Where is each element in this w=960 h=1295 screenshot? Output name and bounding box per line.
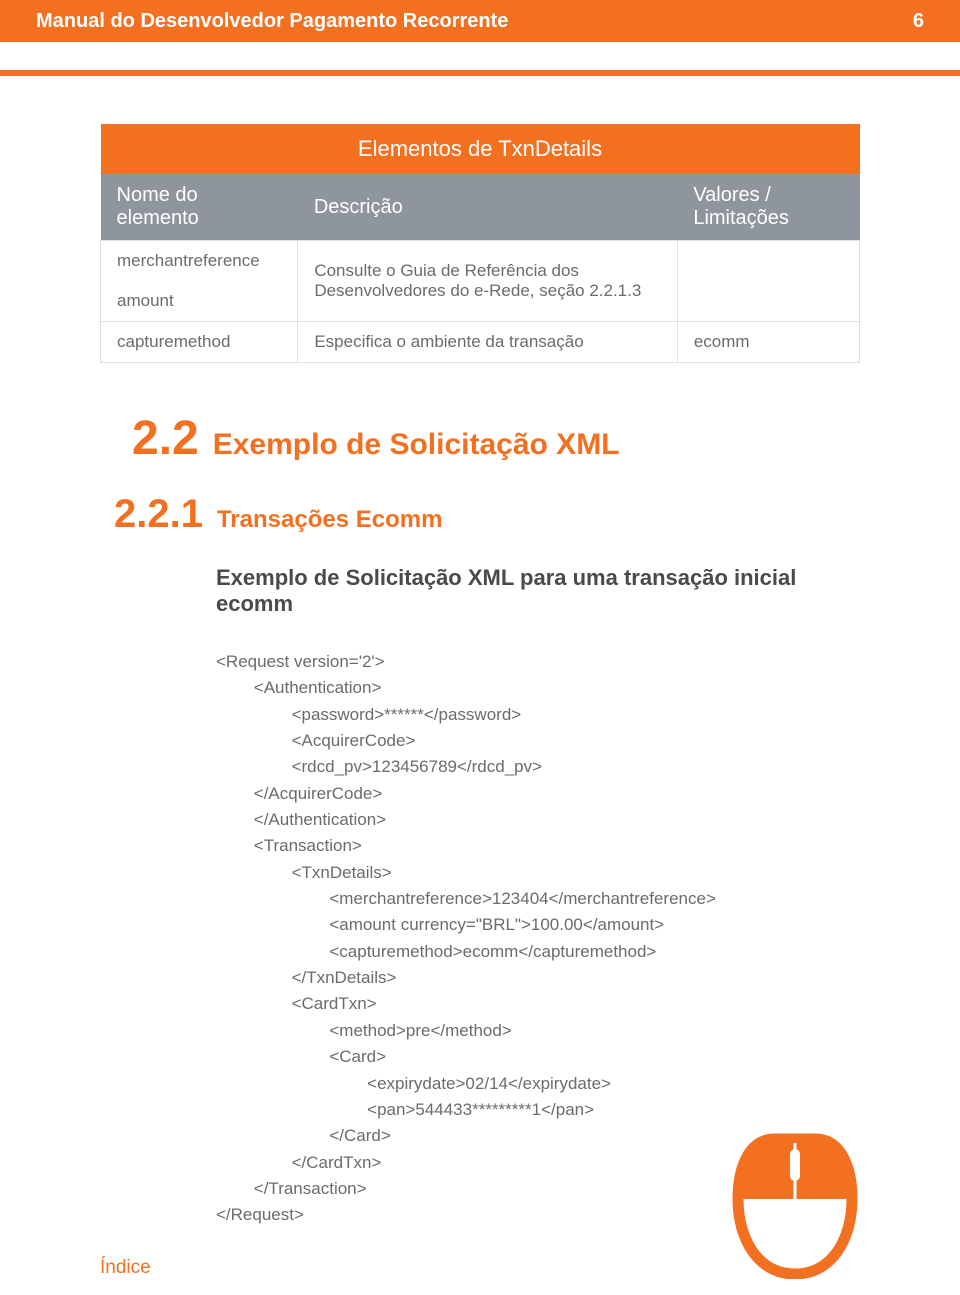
table-row: merchantreference Consulte o Guia de Ref… [101, 241, 860, 282]
mouse-icon [730, 1129, 860, 1279]
col-header-name: Nome do elemento [101, 174, 298, 241]
table-row: capturemethod Especifica o ambiente da t… [101, 322, 860, 363]
table-title-row: Elementos de TxnDetails [101, 124, 860, 174]
subsection-heading: 2.2.1 Transações Ecomm [114, 492, 860, 537]
section-title: Exemplo de Solicitação XML [213, 428, 620, 462]
subsection-number: 2.2.1 [114, 492, 203, 537]
section-number: 2.2 [132, 411, 199, 466]
table-title: Elementos de TxnDetails [101, 124, 860, 174]
txndetails-table: Elementos de TxnDetails Nome do elemento… [100, 124, 860, 363]
col-header-desc: Descrição [298, 174, 678, 241]
cell-desc: Especifica o ambiente da transação [298, 322, 678, 363]
header-banner: Manual do Desenvolvedor Pagamento Recorr… [0, 0, 960, 42]
col-header-values: Valores / Limitações [677, 174, 859, 241]
section-heading: 2.2 Exemplo de Solicitação XML [132, 411, 860, 466]
cell-desc: Consulte o Guia de Referência dos Desenv… [298, 241, 678, 322]
subsection-title: Transações Ecomm [217, 506, 442, 534]
cell-name: merchantreference [101, 241, 298, 282]
cell-values: ecomm [677, 322, 859, 363]
table-header-row: Nome do elemento Descrição Valores / Lim… [101, 174, 860, 241]
cell-values [677, 241, 859, 322]
page-number: 6 [913, 10, 924, 33]
cell-name: amount [101, 281, 298, 322]
cell-name: capturemethod [101, 322, 298, 363]
doc-title: Manual do Desenvolvedor Pagamento Recorr… [36, 10, 508, 33]
example-caption: Exemplo de Solicitação XML para uma tran… [216, 565, 860, 617]
page-content: Elementos de TxnDetails Nome do elemento… [0, 76, 960, 1229]
index-link[interactable]: Índice [100, 1257, 151, 1279]
footer: Índice [0, 1129, 960, 1279]
